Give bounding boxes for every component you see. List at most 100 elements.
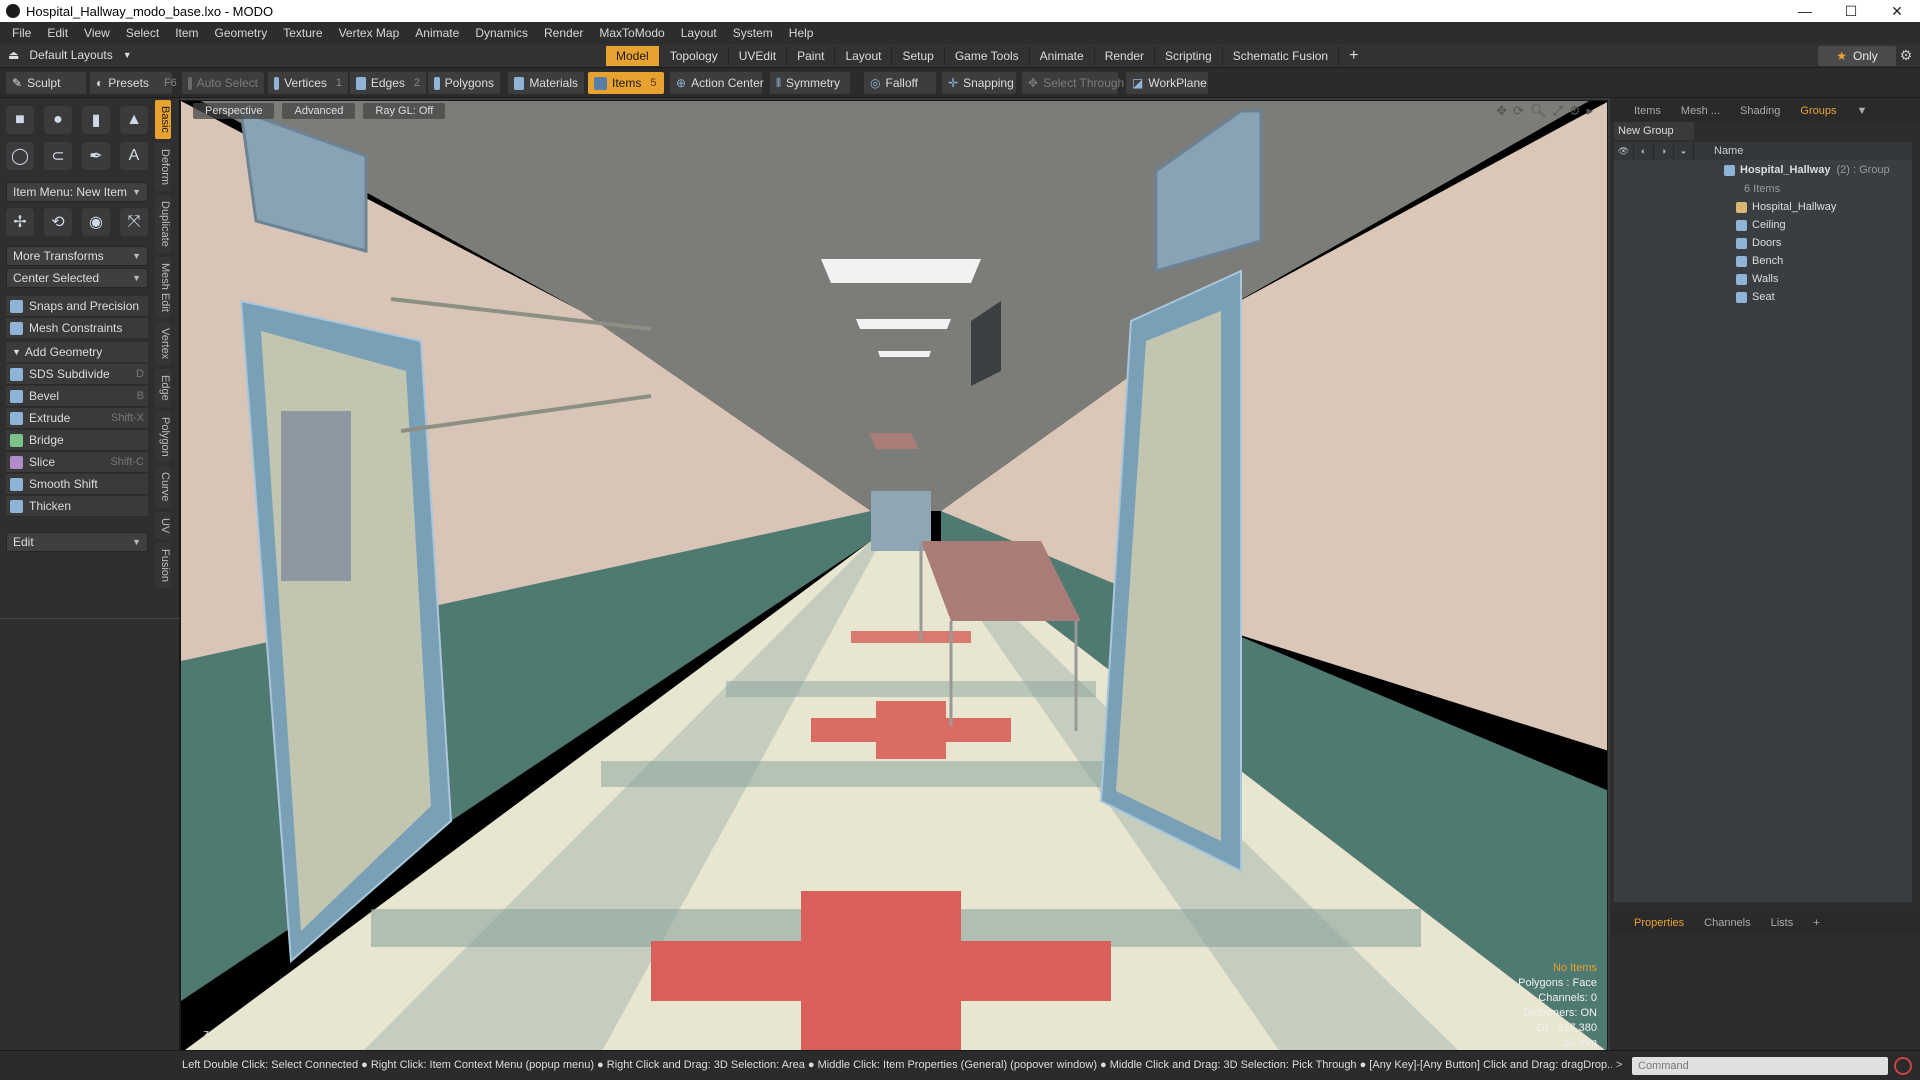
vtab-fusion[interactable]: Fusion [155,543,171,589]
text-icon[interactable]: A [120,142,148,170]
falloff-button[interactable]: ◎ Falloff [864,72,936,94]
move-icon[interactable]: ✢ [6,208,34,236]
workplane-button[interactable]: ◪ WorkPlane [1126,72,1208,94]
menu-select[interactable]: Select [118,26,167,40]
viewport-menu-icon[interactable]: ▸ [1586,103,1593,119]
menu-layout[interactable]: Layout [673,26,725,40]
visibility-icon[interactable]: 👁︎ [1614,142,1634,160]
cylinder-icon[interactable]: ▮ [82,106,110,134]
materials-button[interactable]: Materials [508,72,584,94]
lock-icon[interactable]: ◑ [1654,142,1674,160]
menu-view[interactable]: View [76,26,118,40]
center-selected-dropdown[interactable]: Center Selected ▼ [6,268,148,288]
fit-icon[interactable]: ⤢ [1552,103,1562,119]
view-mode-dropdown[interactable]: Perspective [193,103,275,119]
cube-icon[interactable]: ■ [6,106,34,134]
sds-subdivide-button[interactable]: SDS Subdivide D [6,364,148,385]
raygl-dropdown[interactable]: Ray GL: Off [363,103,446,119]
edges-button[interactable]: Edges 2 [350,72,426,94]
tab-topology[interactable]: Topology [660,46,729,66]
bevel-button[interactable]: Bevel B [6,386,148,407]
tab-mesh[interactable]: Mesh ... [1671,100,1730,122]
tab-schematic-fusion[interactable]: Schematic Fusion [1223,46,1340,66]
render-icon[interactable]: ◐ [1634,142,1654,160]
maximize-button[interactable]: ☐ [1828,0,1874,22]
menu-texture[interactable]: Texture [275,26,330,40]
snaps-precision-button[interactable]: Snaps and Precision [6,296,148,317]
3d-viewport[interactable]: Perspective Advanced Ray GL: Off ✥ ⟳ 🔍︎ … [180,100,1608,1052]
presets-button[interactable]: ◐ Presets F6 [90,72,177,94]
select-through-button[interactable]: ✥ Select Through [1022,72,1124,94]
menu-system[interactable]: System [725,26,781,40]
action-center-button[interactable]: ⊕ Action Center [670,72,764,94]
vtab-uv[interactable]: UV [155,511,171,540]
only-button[interactable]: ★ Only [1818,46,1896,66]
tab-groups[interactable]: Groups [1790,100,1846,122]
group-row[interactable]: Hospital_Hallway (2) : Group [1614,160,1912,180]
add-geometry-section[interactable]: ▼ Add Geometry [6,342,148,362]
rotate-icon[interactable]: ⟲ [44,208,72,236]
polygons-button[interactable]: Polygons [428,72,500,94]
extrude-button[interactable]: Extrude Shift-X [6,408,148,429]
menu-vertex-map[interactable]: Vertex Map [331,26,408,40]
layouts-dropdown[interactable]: ⏏ Default Layouts ▼ [8,48,132,62]
bridge-button[interactable]: Bridge [6,430,148,451]
vtab-basic[interactable]: Basic [155,100,171,139]
tab-channels[interactable]: Channels [1694,912,1760,934]
menu-dynamics[interactable]: Dynamics [467,26,536,40]
capsule-icon[interactable]: ⊂ [44,142,72,170]
rotate-view-icon[interactable]: ⟳ [1513,103,1524,119]
vtab-edge[interactable]: Edge [155,368,171,407]
close-button[interactable]: ✕ [1874,0,1920,22]
tab-shading[interactable]: Shading [1730,100,1790,122]
menu-render[interactable]: Render [536,26,591,40]
pen-icon[interactable]: ✒ [82,142,110,170]
new-group-button[interactable]: New Group [1614,122,1694,140]
list-item[interactable]: Seat [1614,288,1912,306]
add-tab-icon[interactable]: + [1803,912,1829,934]
zoom-icon[interactable]: 🔍︎ [1530,103,1547,119]
select-icon[interactable]: ◒ [1674,142,1694,160]
sphere-icon[interactable]: ● [44,106,72,134]
scale-icon[interactable]: ◉ [82,208,110,236]
vtab-mesh-edit[interactable]: Mesh Edit [155,256,171,318]
more-transforms-dropdown[interactable]: More Transforms ▼ [6,246,148,266]
transform-icon[interactable]: ⤧ [120,208,148,236]
tab-lists[interactable]: Lists [1761,912,1804,934]
tab-animate[interactable]: Animate [1030,46,1095,66]
record-icon[interactable] [1894,1057,1912,1075]
torus-icon[interactable]: ◯ [6,142,34,170]
list-item[interactable]: Hospital_Hallway [1614,198,1912,216]
auto-select-button[interactable]: Auto Select [182,72,264,94]
tab-model[interactable]: Model [606,46,660,66]
thicken-button[interactable]: Thicken [6,496,148,517]
chevron-down-icon[interactable]: ▼ [1846,100,1877,122]
vtab-deform[interactable]: Deform [155,142,171,191]
cone-icon[interactable]: ▲ [120,106,148,134]
tab-uvedit[interactable]: UVEdit [729,46,788,66]
vtab-curve[interactable]: Curve [155,466,171,508]
tab-scripting[interactable]: Scripting [1155,46,1223,66]
add-tab-icon[interactable]: + [1339,46,1368,66]
tab-render[interactable]: Render [1095,46,1156,66]
tab-properties[interactable]: Properties [1624,912,1694,934]
sculpt-button[interactable]: ✎ Sculpt [6,72,86,94]
menu-help[interactable]: Help [781,26,822,40]
tab-items[interactable]: Items [1624,100,1671,122]
command-input[interactable]: Command [1632,1057,1888,1075]
vtab-duplicate[interactable]: Duplicate [155,194,171,253]
viewport-gear-icon[interactable]: ⚙ [1569,103,1581,119]
menu-item[interactable]: Item [167,26,206,40]
name-column[interactable]: Name [1694,145,1743,157]
mesh-constraints-button[interactable]: Mesh Constraints [6,318,148,339]
slice-button[interactable]: Slice Shift-C [6,452,148,473]
edit-dropdown[interactable]: Edit ▼ [6,532,148,552]
vertices-button[interactable]: Vertices 1 [268,72,348,94]
menu-maxtomodo[interactable]: MaxToModo [591,26,672,40]
minimize-button[interactable]: — [1782,0,1828,22]
tab-game-tools[interactable]: Game Tools [945,46,1030,66]
menu-animate[interactable]: Animate [407,26,467,40]
list-item[interactable]: Walls [1614,270,1912,288]
shading-mode-dropdown[interactable]: Advanced [282,103,356,119]
menu-geometry[interactable]: Geometry [207,26,276,40]
